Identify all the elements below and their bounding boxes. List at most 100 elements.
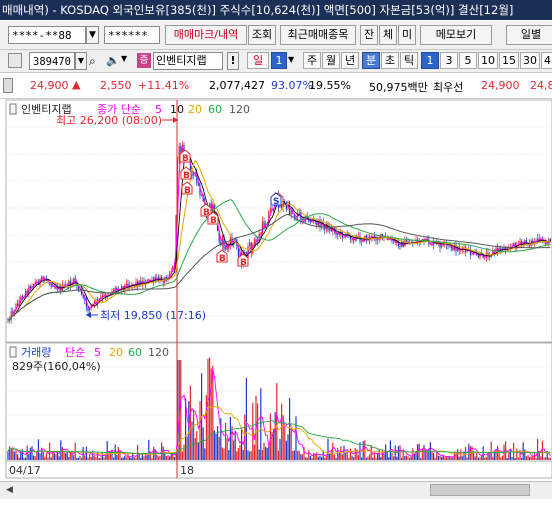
stock-name-field[interactable]: 인벤티지랩 [153,52,223,70]
chart-settings-icon[interactable] [8,53,22,68]
period-tick-button[interactable]: 틱 [400,52,418,69]
volume-bar [100,457,102,460]
up-arrow-icon: ▲ [72,78,81,91]
volume-bar [233,440,235,460]
volume-bar [84,455,86,460]
volume-bar [204,448,206,460]
volume-bar [388,457,390,460]
account-dropdown-icon[interactable]: ▼ [86,26,99,44]
volume-bar [79,455,81,460]
vlegend-ma20: 20 [109,346,123,359]
scroll-left-arrow-icon[interactable]: ◀ [6,485,13,495]
ratio-percent: 19.55% [309,79,351,92]
volume-bar [461,456,463,460]
interval-10-button[interactable]: 10 [478,52,498,69]
volume-bar [529,457,531,460]
volume-bar [465,446,467,460]
volume-bar [151,457,153,460]
volume-bar [141,454,143,460]
filled-button[interactable]: 체 [379,25,397,45]
volume-bar [442,455,444,460]
period-year-button[interactable]: 년 [341,52,359,69]
speaker-dropdown-icon[interactable]: ▼ [121,54,131,63]
volume-bar [265,446,267,460]
volume-bar [90,456,92,460]
quote-panel-icon [3,78,13,93]
horizontal-scrollbar[interactable]: ◀ [0,481,552,499]
memo-button[interactable]: 메모보기 [420,25,492,45]
scrollbar-thumb[interactable] [430,484,530,496]
interval-1-button[interactable]: 1 [421,52,439,69]
volume-bar [103,457,105,460]
speaker-icon[interactable]: 🔈 [106,52,120,70]
volume-bar [9,446,11,460]
volume-bar [130,457,132,460]
volume-bar [121,457,123,460]
volume-bar [145,455,147,460]
account-toolbar: ****-**88 ▼ ****** 매매마크/내역 조회 최근매매종목 잔 체… [0,21,552,50]
volume-bar [212,365,214,460]
quote-bar: 24,900 ▲ 2,550 +11.41% 2,077,427 93.07% … [0,73,552,99]
volume-bar [498,452,500,460]
volume-bar [245,378,247,460]
period-count-dropdown-icon[interactable]: ▼ [288,55,294,64]
best-quote-price: 24,900 [481,79,520,92]
period-count-field[interactable]: 1 [271,52,287,69]
chart-canvas[interactable]: BBBBBBBBS 최고 26,200 (08:00) 최저 19,850 (1… [0,99,552,479]
volume-bar [439,455,441,460]
volume-bar [337,447,339,460]
balance-button[interactable]: 잔 [360,25,378,45]
vlegend-ma5: 5 [94,346,101,359]
price-legend-name: 인벤티지랩 [21,103,72,116]
password-input[interactable]: ****** [104,26,160,44]
stock-dropdown-icon[interactable]: ▼ [75,52,87,70]
volume-bar [111,449,113,460]
volume-bar [122,457,124,460]
volume-bar [511,456,513,460]
interval-15-button[interactable]: 15 [499,52,519,69]
account-input[interactable]: ****-**88 [8,26,86,44]
volume-bar [533,452,535,460]
stock-chart[interactable]: BBBBBBBBS 최고 26,200 (08:00) 최저 19,850 (1… [0,99,552,479]
period-week-button[interactable]: 주 [303,52,321,69]
unfilled-button[interactable]: 미 [398,25,416,45]
period-minute-button[interactable]: 분 [362,52,380,69]
period-day-button[interactable]: 일 [247,52,269,69]
search-icon[interactable]: ⌕ [89,52,103,70]
volume-bar [137,445,139,460]
volume-bar [132,452,134,460]
trade-mark-tab[interactable]: 매매마크/내역 [165,25,247,45]
volume-bar [297,450,299,460]
buy-mark-label: B [184,186,191,196]
volume-bar [309,456,311,460]
volume-bar [217,426,219,460]
query-button[interactable]: 조회 [248,25,276,45]
interval-45-button[interactable]: 45 [541,52,552,69]
period-second-button[interactable]: 초 [381,52,399,69]
x-axis-label-0417: 04/17 [9,464,41,477]
volume-bar [55,453,57,460]
volume-bar [257,403,259,460]
sell-mark-label: S [273,197,279,207]
interval-3-button[interactable]: 3 [440,52,458,69]
volume-bar [234,430,236,460]
volume-bar [351,455,353,460]
volume-bar [431,451,433,460]
interval-30-button[interactable]: 30 [520,52,540,69]
volume-bar [391,453,393,460]
volume-bar [327,438,329,460]
candle-body [57,288,59,290]
interval-5-button[interactable]: 5 [459,52,477,69]
stock-code-input[interactable]: 389470 [29,52,75,70]
alert-icon[interactable]: ! [227,52,239,70]
volume-bar [485,456,487,460]
volume-bar [186,436,188,460]
daily-button[interactable]: 일별 [506,25,552,45]
period-month-button[interactable]: 월 [322,52,340,69]
current-price: 24,900 [30,79,69,92]
volume-bar [161,442,163,460]
volume-bar [433,453,435,460]
volume-bar [25,457,27,460]
volume-bar [17,454,19,460]
recent-trades-button[interactable]: 최근매매종목 [280,25,356,45]
